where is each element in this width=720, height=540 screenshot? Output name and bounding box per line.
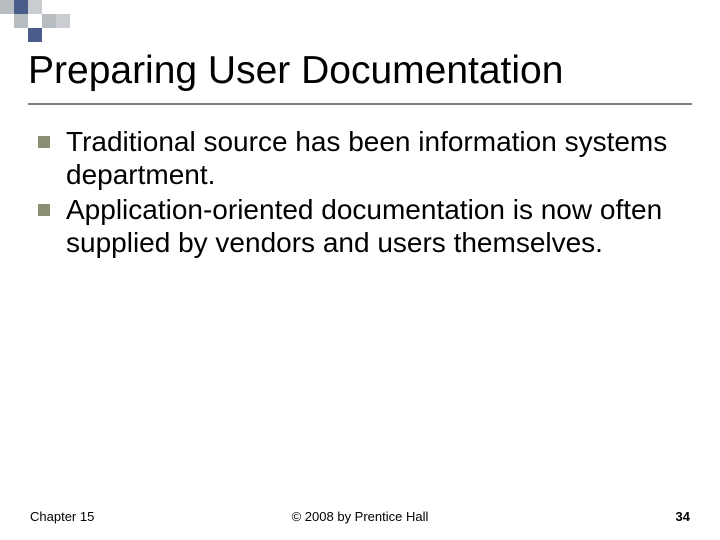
slide-title: Preparing User Documentation [28,50,692,93]
body-content: Traditional source has been information … [0,105,720,259]
footer-left: Chapter 15 [30,509,94,524]
footer-center: © 2008 by Prentice Hall [292,509,429,524]
bullet-square-icon [38,204,50,216]
logo-square [0,0,14,14]
bullet-item: Application-oriented documentation is no… [30,193,690,259]
logo-squares [0,0,100,42]
logo-square [28,0,42,14]
bullet-item: Traditional source has been information … [30,125,690,191]
logo-square [14,0,28,14]
logo-square [56,14,70,28]
footer: Chapter 15 © 2008 by Prentice Hall 34 [0,509,720,524]
logo-square [14,14,28,28]
bullet-text: Application-oriented documentation is no… [66,193,690,259]
bullet-square-icon [38,136,50,148]
bullet-text: Traditional source has been information … [66,125,690,191]
footer-right: 34 [676,509,690,524]
logo-square [42,14,56,28]
title-block: Preparing User Documentation [0,42,720,97]
logo-square [28,28,42,42]
